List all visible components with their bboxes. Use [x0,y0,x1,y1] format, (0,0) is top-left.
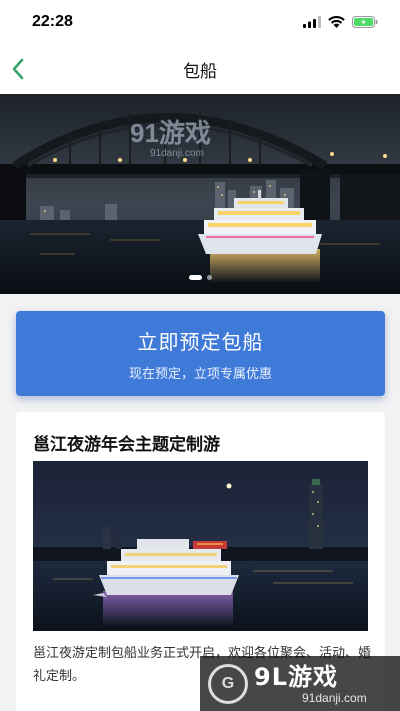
wifi-icon [328,16,345,28]
battery-charging-icon [352,16,378,28]
carousel-dot[interactable] [206,275,212,280]
back-button[interactable] [4,54,32,84]
tour-photo [33,461,368,631]
watermark-url: 91danji.com [302,690,367,705]
carousel-indicator [0,275,400,280]
banner-watermark-logo: 91游戏 [130,118,211,148]
page-title: 包船 [183,61,217,82]
book-now-subtitle: 现在预定，立项专属优惠 [128,366,272,382]
watermark-text: 9L游戏 91danji.com [254,663,367,705]
status-bar: 22:28 [0,0,400,44]
book-now-button[interactable]: 立即预定包船 现在预定，立项专属优惠 [16,311,385,396]
watermark-logo-icon: G [208,663,248,704]
chevron-left-icon [12,58,24,80]
banner-image: 91游戏 91danji.com [0,94,400,294]
nav-bar: 包船 [0,44,400,94]
carousel-dot-active[interactable] [188,275,202,280]
banner-carousel[interactable]: 91游戏 91danji.com [0,94,400,294]
tour-card-image[interactable] [33,461,368,631]
status-icons [303,16,378,28]
corner-watermark: G 9L游戏 91danji.com [200,656,400,711]
banner-watermark-url: 91danji.com [150,148,204,159]
status-time: 22:28 [32,13,73,30]
signal-icon [303,16,321,28]
watermark-brand: 9L游戏 [254,662,338,691]
tour-card-title: 邕江夜游年会主题定制游 [33,435,220,455]
book-now-label: 立即预定包船 [137,329,264,354]
